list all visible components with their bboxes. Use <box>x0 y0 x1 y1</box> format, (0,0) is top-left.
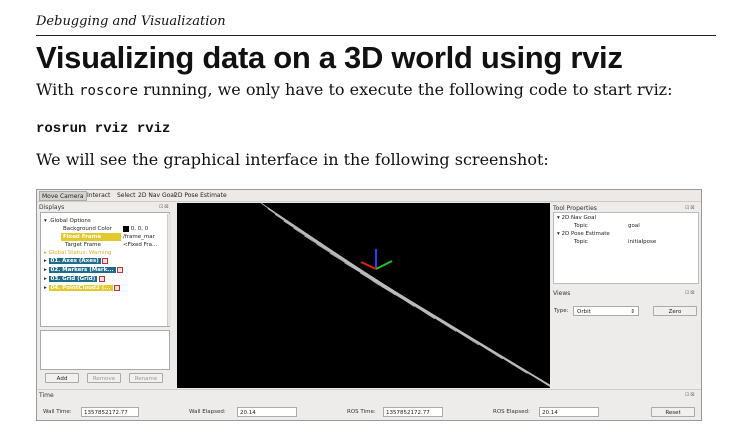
background-color-value[interactable]: 0, 0, 0 <box>123 225 148 233</box>
topic-label: Topic <box>574 239 588 245</box>
displays-scrollbar[interactable] <box>167 214 171 326</box>
pose-estimate-row[interactable]: ▾ 2D Pose Estimate <box>557 230 610 238</box>
target-frame-value[interactable]: <Fixed Fra... <box>123 241 157 249</box>
zero-button[interactable]: Zero <box>653 306 697 316</box>
checkbox-icon[interactable] <box>102 257 109 264</box>
rename-button[interactable]: Rename <box>129 373 163 383</box>
right-panel: Tool Properties ⊡⊠ ▾ 2D Nav Goal Topic g… <box>551 203 701 388</box>
display-description <box>40 330 170 370</box>
intro-paragraph: With roscore running, we only have to ex… <box>36 80 673 99</box>
y-axis <box>375 260 393 270</box>
move-camera-button[interactable]: Move Camera <box>39 191 87 201</box>
tool-properties-controls[interactable]: ⊡⊠ <box>685 205 695 211</box>
ros-elapsed-label: ROS Elapsed: <box>493 409 530 415</box>
grid-render <box>261 203 609 420</box>
dropdown-icon: ⇕ <box>630 309 635 315</box>
rviz-screenshot: Move Camera Interact Select 2D Nav Goal … <box>36 189 702 421</box>
interact-button[interactable]: Interact <box>85 191 112 201</box>
displays-title: Displays <box>39 204 65 211</box>
grid-line <box>376 283 609 420</box>
add-button[interactable]: Add <box>45 373 79 383</box>
fixed-frame-label: Fixed Frame <box>61 233 121 241</box>
fixed-frame-value[interactable]: /frame_mar <box>123 233 155 241</box>
wall-elapsed-label: Wall Elapsed: <box>189 409 226 415</box>
wall-time-label: Wall Time: <box>43 409 72 415</box>
checkbox-icon[interactable] <box>114 284 121 291</box>
view-type-select[interactable]: Orbit ⇕ <box>573 306 639 316</box>
topic-label: Topic <box>574 223 588 229</box>
screenshot-caption: We will see the graphical interface in t… <box>36 150 549 169</box>
ros-time-field[interactable]: 1357852172.77 <box>383 407 443 417</box>
reset-button[interactable]: Reset <box>651 407 695 417</box>
view-type-label: Type: <box>554 308 569 314</box>
tool-properties-tree: ▾ 2D Nav Goal Topic goal ▾ 2D Pose Estim… <box>553 212 699 284</box>
target-frame-label: Target Frame <box>65 242 101 248</box>
remove-button[interactable]: Remove <box>87 373 121 383</box>
time-title: Time <box>39 392 54 399</box>
global-status-row[interactable]: ▸ Global Status: Warning <box>44 249 112 257</box>
rviz-toolbar: Move Camera Interact Select 2D Nav Goal … <box>37 190 701 202</box>
views-title: Views <box>553 290 571 297</box>
running-header: Debugging and Visualization <box>36 14 716 36</box>
background-color-label: Background Color <box>63 226 112 232</box>
display-item-axes[interactable]: ▸ 01. Axes (Axes) <box>44 257 109 265</box>
time-controls[interactable]: ⊡⊠ <box>685 392 695 398</box>
global-options-row[interactable]: ▾ .Global Options <box>44 217 91 225</box>
time-panel: Time ⊡⊠ Wall Time: 1357852172.77 Wall El… <box>37 389 701 420</box>
checkbox-icon[interactable] <box>117 266 124 273</box>
ros-time-label: ROS Time: <box>347 409 376 415</box>
inline-code: roscore <box>79 83 139 99</box>
displays-tree: ▾ .Global Options Background Color 0, 0,… <box>40 212 171 327</box>
section-title: Visualizing data on a 3D world using rvi… <box>36 40 623 75</box>
display-item-markers[interactable]: ▸ 02. Markers (Mark... <box>44 266 124 274</box>
checkbox-icon[interactable] <box>98 275 105 282</box>
pose-estimate-button[interactable]: 2D Pose Estimate <box>172 191 229 201</box>
wall-time-field[interactable]: 1357852172.77 <box>81 407 139 417</box>
ros-elapsed-field[interactable]: 20.14 <box>539 407 599 417</box>
command-code: rosrun rviz rviz <box>36 121 171 137</box>
select-button[interactable]: Select <box>115 191 138 201</box>
axes-marker-icon <box>360 249 393 270</box>
x-axis <box>360 261 377 270</box>
pose-topic-value[interactable]: initialpose <box>628 238 656 246</box>
render-view[interactable] <box>177 203 609 420</box>
views-controls[interactable]: ⊡⊠ <box>685 290 695 296</box>
nav-topic-value[interactable]: goal <box>628 222 640 230</box>
display-item-grid[interactable]: ▸ 03. Grid (Grid) <box>44 275 105 283</box>
wall-elapsed-field[interactable]: 20.14 <box>237 407 297 417</box>
displays-controls[interactable]: ⊡⊠ <box>159 204 169 210</box>
display-item-pointcloud[interactable]: ▸ 04. PointCloud2 (... <box>44 284 121 292</box>
nav-goal-row[interactable]: ▾ 2D Nav Goal <box>557 214 596 222</box>
